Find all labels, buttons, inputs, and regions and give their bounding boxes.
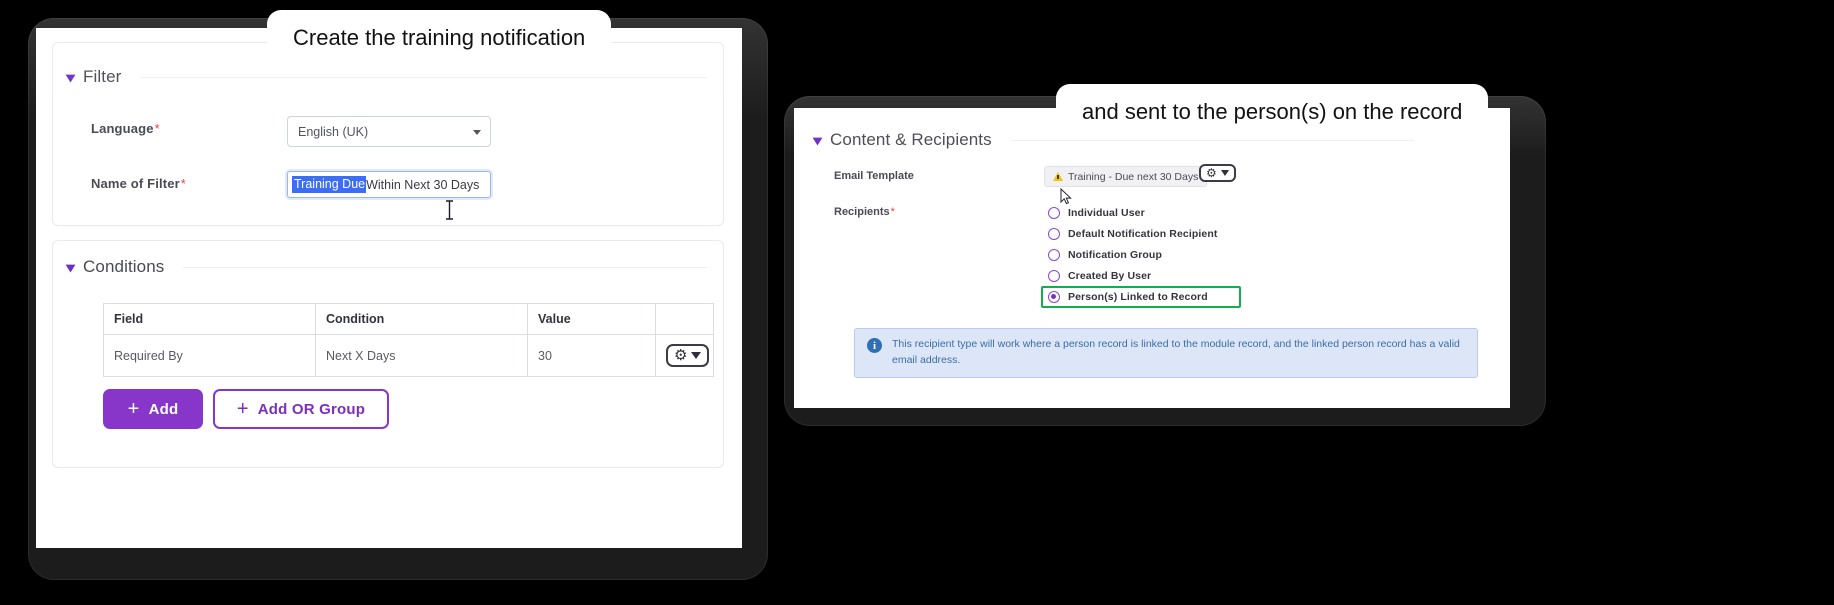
- language-field-row: Language *: [91, 121, 160, 136]
- text-caret-cursor: [446, 200, 453, 220]
- filter-name-field-row: Name of Filter *: [91, 176, 186, 191]
- chevron-down-icon[interactable]: ▾: [66, 70, 75, 84]
- radio-option-persons-linked-to-record[interactable]: Person(s) Linked to Record: [1041, 286, 1241, 308]
- plus-icon: +: [127, 398, 140, 420]
- table-header-row: Field Condition Value: [103, 303, 714, 335]
- cell-condition: Next X Days: [315, 334, 528, 377]
- chevron-down-icon[interactable]: ▾: [813, 133, 822, 147]
- add-button[interactable]: + Add: [103, 389, 203, 429]
- cell-value: 30: [527, 334, 656, 377]
- gear-icon[interactable]: ⚙: [674, 348, 687, 363]
- info-banner: i This recipient type will work where a …: [854, 328, 1478, 378]
- screenshot-stage: ▾ Filter Language * English (UK) Name of…: [0, 0, 1834, 605]
- warning-triangle-icon: [1053, 172, 1063, 181]
- recipients-label: Recipients: [834, 206, 890, 218]
- radio-label: Individual User: [1068, 206, 1145, 219]
- column-header-actions: [655, 303, 714, 335]
- info-banner-text: This recipient type will work where a pe…: [892, 338, 1460, 366]
- radio-icon[interactable]: [1048, 206, 1060, 219]
- right-device-screen: ▾ Content & Recipients Email Template Tr…: [794, 108, 1510, 408]
- gear-icon[interactable]: ⚙: [1206, 167, 1217, 179]
- email-template-actions-button[interactable]: ⚙: [1199, 164, 1236, 182]
- radio-label: Created By User: [1068, 269, 1152, 282]
- filter-name-selected-text: Training Due: [292, 176, 367, 193]
- filter-section-title: Filter: [83, 67, 122, 86]
- callout-sent-to-persons-on-record: and sent to the person(s) on the record: [1056, 84, 1489, 140]
- content-recipients-title: Content & Recipients: [830, 130, 992, 149]
- right-device-frame: ▾ Content & Recipients Email Template Tr…: [784, 96, 1546, 426]
- filter-name-rest-text: Within Next 30 Days: [366, 177, 480, 192]
- filter-name-label: Name of Filter: [91, 176, 180, 191]
- column-header-value: Value: [527, 303, 656, 335]
- callout-left-text: Create the training notification: [293, 25, 586, 50]
- email-template-value-text: Training - Due next 30 Days: [1068, 170, 1199, 183]
- radio-option-default-notification-recipient[interactable]: Default Notification Recipient: [1044, 223, 1284, 244]
- radio-label: Notification Group: [1068, 248, 1162, 261]
- radio-option-individual-user[interactable]: Individual User: [1044, 202, 1284, 223]
- conditions-section-header[interactable]: ▾ Conditions: [66, 257, 707, 277]
- filter-name-input[interactable]: Training Due Within Next 30 Days: [287, 171, 491, 198]
- required-marker: *: [154, 121, 160, 136]
- chevron-down-icon[interactable]: [691, 352, 702, 359]
- callout-create-training-notification: Create the training notification: [267, 10, 612, 66]
- recipients-radio-group[interactable]: Individual User Default Notification Rec…: [1041, 202, 1284, 308]
- info-icon: i: [867, 338, 882, 353]
- section-divider: [183, 266, 707, 268]
- filter-section-header[interactable]: ▾ Filter: [66, 67, 707, 87]
- required-marker: *: [180, 176, 186, 191]
- conditions-panel: ▾ Conditions Field Condition Value Requi…: [52, 240, 724, 468]
- plus-icon: +: [236, 398, 249, 420]
- email-template-row: Email Template: [834, 170, 914, 182]
- filter-panel: ▾ Filter Language * English (UK) Name of…: [52, 42, 724, 226]
- radio-label: Default Notification Recipient: [1068, 227, 1218, 240]
- radio-icon-selected[interactable]: [1048, 291, 1060, 303]
- callout-right-text: and sent to the person(s) on the record: [1082, 99, 1463, 124]
- cell-field: Required By: [103, 334, 316, 377]
- language-select-value: English (UK): [298, 124, 369, 139]
- add-or-group-button[interactable]: + Add OR Group: [213, 389, 389, 429]
- content-recipients-panel: ▾ Content & Recipients Email Template Tr…: [806, 118, 1506, 400]
- recipients-row: Recipients *: [834, 206, 895, 218]
- radio-icon[interactable]: [1048, 227, 1060, 240]
- conditions-table: Field Condition Value Required By Next X…: [103, 303, 714, 377]
- email-template-value[interactable]: Training - Due next 30 Days: [1044, 166, 1208, 187]
- column-header-condition: Condition: [315, 303, 528, 335]
- radio-option-notification-group[interactable]: Notification Group: [1044, 244, 1284, 265]
- table-row[interactable]: Required By Next X Days 30 ⚙: [103, 334, 714, 377]
- column-header-field: Field: [103, 303, 316, 335]
- email-template-actions[interactable]: ⚙: [1199, 164, 1236, 182]
- language-label: Language: [91, 121, 154, 136]
- row-actions-button[interactable]: ⚙: [666, 344, 710, 367]
- cell-actions: ⚙: [655, 334, 714, 377]
- radio-icon[interactable]: [1048, 269, 1060, 282]
- radio-option-created-by-user[interactable]: Created By User: [1044, 265, 1284, 286]
- radio-icon[interactable]: [1048, 248, 1060, 261]
- add-button-label: Add: [148, 400, 179, 418]
- add-or-group-button-label: Add OR Group: [257, 400, 366, 418]
- section-divider: [140, 76, 707, 78]
- chevron-down-icon[interactable]: ▾: [66, 260, 75, 274]
- left-device-screen: ▾ Filter Language * English (UK) Name of…: [36, 28, 742, 548]
- required-marker: *: [890, 206, 895, 218]
- conditions-section-title: Conditions: [83, 257, 165, 276]
- email-template-label: Email Template: [834, 170, 914, 182]
- chevron-down-icon[interactable]: [1220, 170, 1229, 176]
- language-select[interactable]: English (UK): [287, 116, 491, 147]
- chevron-down-icon[interactable]: [473, 129, 481, 135]
- left-device-frame: ▾ Filter Language * English (UK) Name of…: [28, 18, 768, 580]
- radio-label: Person(s) Linked to Record: [1068, 291, 1208, 303]
